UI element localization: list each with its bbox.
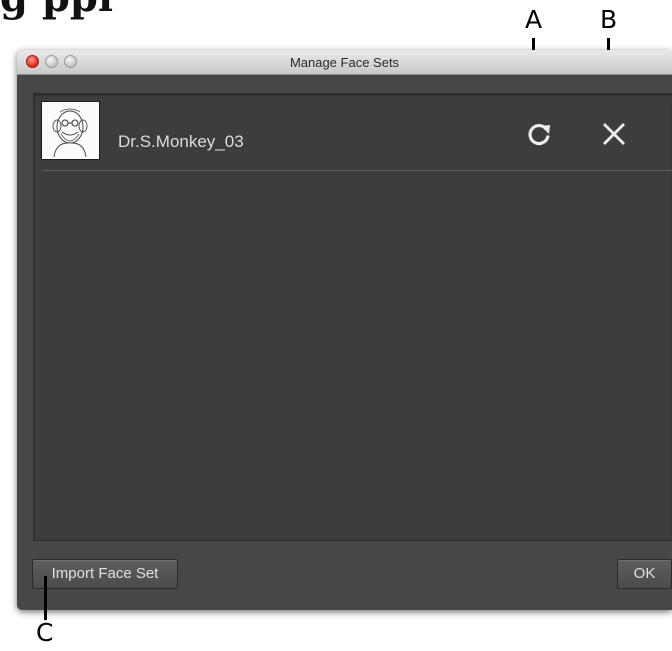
row-divider [41, 170, 672, 171]
page-heading-fragment: g ppl [0, 0, 113, 21]
callout-label-a: A [525, 5, 543, 34]
face-set-list: Dr.S.Monkey_03 [33, 93, 672, 541]
callout-line-c [44, 576, 47, 620]
face-set-thumbnail [41, 101, 100, 160]
manage-face-sets-window: Manage Face Sets Dr.S.Monkey_03 Import F… [17, 50, 672, 610]
list-item[interactable]: Dr.S.Monkey_03 [34, 94, 672, 171]
face-set-name: Dr.S.Monkey_03 [118, 132, 244, 151]
callout-label-b: B [600, 5, 618, 34]
window-title: Manage Face Sets [289, 55, 400, 70]
monkey-face-sketch-icon [52, 108, 88, 158]
callout-label-c: C [36, 618, 54, 647]
ok-button[interactable]: OK [617, 559, 672, 589]
title-bar: Manage Face Sets [17, 50, 672, 75]
import-face-set-button[interactable]: Import Face Set [32, 559, 178, 589]
close-icon[interactable] [599, 119, 629, 149]
reload-icon[interactable] [524, 119, 554, 149]
